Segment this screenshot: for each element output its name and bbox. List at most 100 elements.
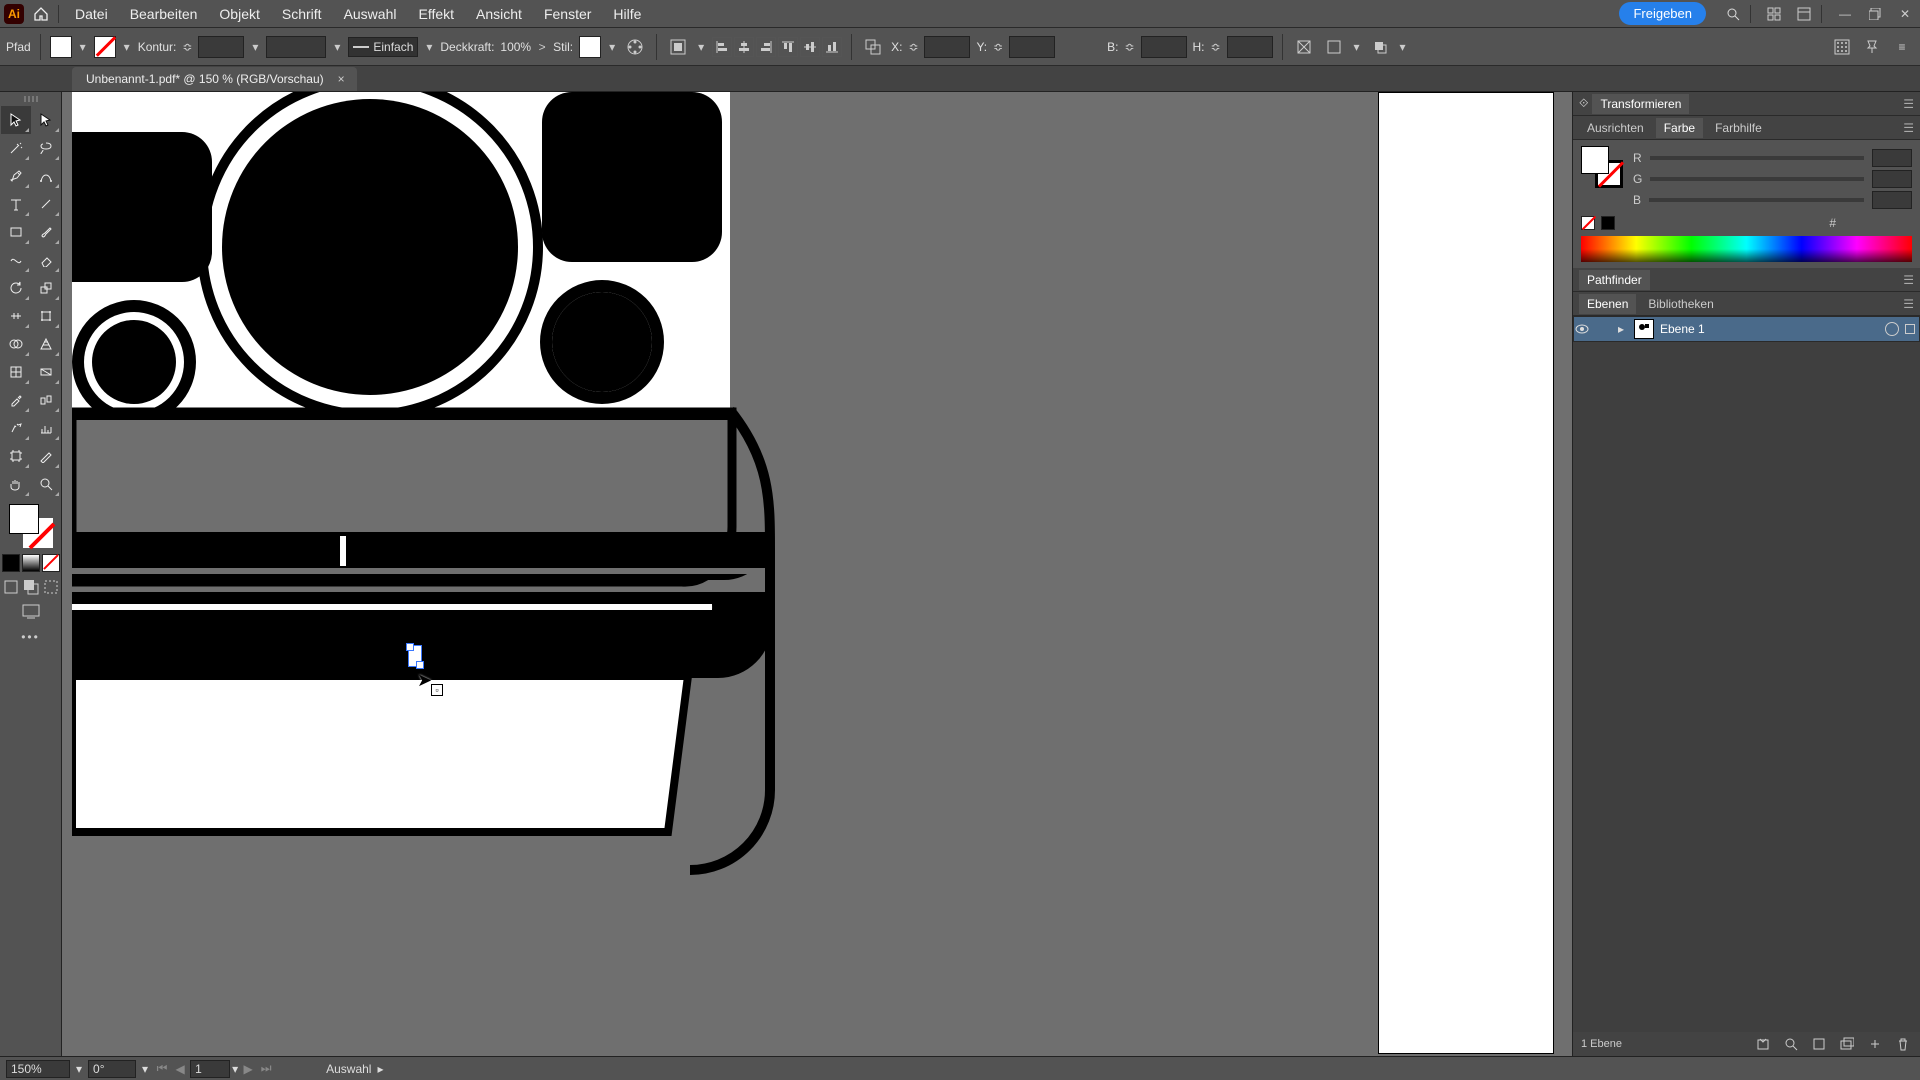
zoom-field[interactable]: 150% xyxy=(6,1060,70,1078)
selection-handle[interactable] xyxy=(408,645,426,671)
proxy-icon[interactable] xyxy=(1830,35,1854,59)
window-close-icon[interactable]: ✕ xyxy=(1894,3,1916,25)
make-clip-icon[interactable] xyxy=(1810,1035,1828,1053)
pin-icon[interactable] xyxy=(1860,35,1884,59)
stroke-weight-field[interactable] xyxy=(198,36,244,58)
tab-color-guide[interactable]: Farbhilfe xyxy=(1707,118,1770,138)
menu-hilfe[interactable]: Hilfe xyxy=(603,2,651,26)
direct-selection-tool-icon[interactable] xyxy=(31,106,61,134)
align-to-dd[interactable]: ▾ xyxy=(696,40,706,54)
eraser-tool-icon[interactable] xyxy=(31,246,61,274)
stroke-weight-stepper[interactable]: ≎ xyxy=(182,40,192,54)
share-button[interactable]: Freigeben xyxy=(1619,2,1706,25)
align-right-icon[interactable] xyxy=(756,37,776,57)
menu-bearbeiten[interactable]: Bearbeiten xyxy=(120,2,208,26)
align-vcenter-icon[interactable] xyxy=(800,37,820,57)
eyedropper-tool-icon[interactable] xyxy=(1,386,31,414)
menu-ansicht[interactable]: Ansicht xyxy=(466,2,532,26)
none-mode-icon[interactable] xyxy=(42,554,60,572)
w-field[interactable] xyxy=(1141,36,1187,58)
align-hcenter-icon[interactable] xyxy=(734,37,754,57)
slice-tool-icon[interactable] xyxy=(31,442,61,470)
arrange-icon[interactable] xyxy=(1763,3,1785,25)
y-field[interactable] xyxy=(1009,36,1055,58)
x-field[interactable] xyxy=(924,36,970,58)
symbol-sprayer-tool-icon[interactable] xyxy=(1,414,31,442)
fill-indicator[interactable] xyxy=(9,504,39,534)
transform-panel-icon[interactable] xyxy=(1322,35,1346,59)
menu-schrift[interactable]: Schrift xyxy=(272,2,332,26)
opacity-value[interactable]: 100% xyxy=(500,40,531,54)
zoom-tool-icon[interactable] xyxy=(31,470,61,498)
prev-artboard-icon[interactable]: ◀ xyxy=(172,1061,188,1077)
document-tab[interactable]: Unbenannt-1.pdf* @ 150 % (RGB/Vorschau) … xyxy=(72,67,357,91)
brush-style[interactable]: Einfach xyxy=(348,37,418,57)
panel-menu-icon[interactable]: ☰ xyxy=(1903,121,1914,135)
line-tool-icon[interactable] xyxy=(31,190,61,218)
recolor-icon[interactable] xyxy=(623,35,647,59)
shape-builder-tool-icon[interactable] xyxy=(1,330,31,358)
panel-menu-icon[interactable]: ☰ xyxy=(1903,297,1914,311)
tab-color[interactable]: Farbe xyxy=(1656,118,1703,138)
color-mode-icon[interactable] xyxy=(2,554,20,572)
draw-inside-icon[interactable] xyxy=(42,578,60,596)
panel-menu-icon[interactable]: ☰ xyxy=(1903,273,1914,287)
rotate-dd[interactable]: ▾ xyxy=(142,1062,148,1076)
gradient-mode-icon[interactable] xyxy=(22,554,40,572)
visibility-icon[interactable] xyxy=(1574,321,1600,337)
rotate-field[interactable]: 0° xyxy=(88,1060,136,1078)
menu-effekt[interactable]: Effekt xyxy=(408,2,464,26)
disclosure-icon[interactable]: ▸ xyxy=(1618,322,1634,336)
graphic-style-dd[interactable]: ▾ xyxy=(607,40,617,54)
menu-fenster[interactable]: Fenster xyxy=(534,2,601,26)
free-transform-tool-icon[interactable] xyxy=(31,302,61,330)
artboard-tool-icon[interactable] xyxy=(1,442,31,470)
menu-datei[interactable]: Datei xyxy=(65,2,118,26)
next-artboard-icon[interactable]: ▶ xyxy=(240,1061,256,1077)
last-artboard-icon[interactable]: ⏭ xyxy=(258,1061,274,1077)
fill-none-shortcut-icon[interactable] xyxy=(1581,216,1595,230)
fill-swatch[interactable] xyxy=(50,36,72,58)
layer-row[interactable]: ▸ Ebene 1 xyxy=(1573,316,1920,342)
stroke-dropdown-icon[interactable]: ▾ xyxy=(122,40,132,54)
r-field[interactable] xyxy=(1872,149,1912,167)
blend-tool-icon[interactable] xyxy=(31,386,61,414)
r-slider[interactable] xyxy=(1650,156,1864,160)
screen-mode-icon[interactable] xyxy=(13,602,49,620)
align-top-icon[interactable] xyxy=(778,37,798,57)
layer-name[interactable]: Ebene 1 xyxy=(1660,322,1885,336)
width-tool-icon[interactable] xyxy=(1,302,31,330)
locate-layer-icon[interactable] xyxy=(1782,1035,1800,1053)
menu-auswahl[interactable]: Auswahl xyxy=(334,2,407,26)
x-stepper[interactable]: ≎ xyxy=(908,40,918,54)
pen-tool-icon[interactable] xyxy=(1,162,31,190)
b-slider[interactable] xyxy=(1649,198,1864,202)
b-field[interactable] xyxy=(1872,191,1912,209)
draw-behind-icon[interactable] xyxy=(22,578,40,596)
graphic-style-swatch[interactable] xyxy=(579,36,601,58)
fill-stroke-indicator[interactable] xyxy=(9,504,53,548)
align-to-icon[interactable] xyxy=(666,35,690,59)
window-minimize-icon[interactable]: — xyxy=(1834,3,1856,25)
h-stepper[interactable]: ≎ xyxy=(1211,40,1221,54)
tab-layers[interactable]: Ebenen xyxy=(1579,294,1636,314)
tab-pathfinder[interactable]: Pathfinder xyxy=(1579,270,1650,290)
shape-mode-icon[interactable] xyxy=(861,35,885,59)
var-width-dd[interactable]: ▾ xyxy=(332,40,342,54)
shaper-tool-icon[interactable] xyxy=(1,246,31,274)
new-layer-icon[interactable] xyxy=(1866,1035,1884,1053)
transform-dd[interactable]: ▾ xyxy=(1352,40,1362,54)
y-stepper[interactable]: ≎ xyxy=(993,40,1003,54)
status-menu-icon[interactable]: ▸ xyxy=(377,1062,383,1076)
canvas[interactable]: ➤▫ xyxy=(62,92,1572,1056)
arrange-panel-icon[interactable] xyxy=(1368,35,1392,59)
delete-layer-icon[interactable] xyxy=(1894,1035,1912,1053)
paintbrush-tool-icon[interactable] xyxy=(31,218,61,246)
g-slider[interactable] xyxy=(1650,177,1864,181)
perspective-tool-icon[interactable] xyxy=(31,330,61,358)
stroke-weight-dd[interactable]: ▾ xyxy=(250,40,260,54)
layer-clip-icon[interactable] xyxy=(1754,1035,1772,1053)
var-width-field[interactable] xyxy=(266,36,326,58)
workspace-icon[interactable] xyxy=(1793,3,1815,25)
rectangle-tool-icon[interactable] xyxy=(1,218,31,246)
